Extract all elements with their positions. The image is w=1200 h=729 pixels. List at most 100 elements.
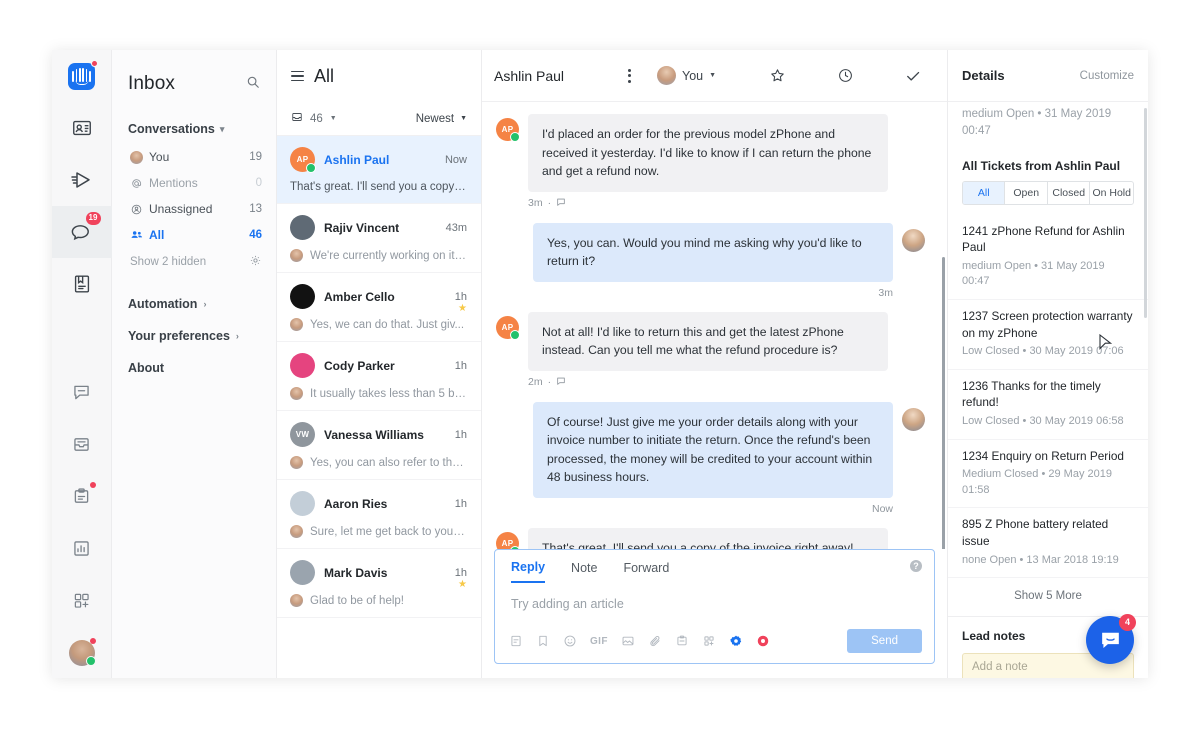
- show-more-button[interactable]: Show 5 More: [948, 578, 1148, 617]
- conversation-item[interactable]: VW Vanessa Williams 1h Yes, you can also re…: [277, 411, 481, 480]
- contacts-icon[interactable]: [52, 102, 112, 154]
- icon-rail: 19: [52, 50, 112, 678]
- conversation-time: 1h: [454, 359, 467, 372]
- conversation-item[interactable]: Mark Davis 1h Glad to be of help! ★: [277, 549, 481, 618]
- send-button[interactable]: Send: [847, 629, 922, 653]
- intercom-logo[interactable]: [52, 50, 112, 102]
- conversation-time: Now: [444, 153, 467, 166]
- nav-preferences[interactable]: Your preferences ›: [112, 320, 276, 352]
- app-blue-icon[interactable]: [729, 634, 743, 648]
- ticket-title: 895 Z Phone battery related issue: [962, 517, 1109, 548]
- snooze-clock-icon[interactable]: [811, 67, 879, 84]
- sort-dropdown[interactable]: Newest ▼: [416, 113, 467, 125]
- customize-button[interactable]: Customize: [1080, 70, 1134, 82]
- sidebar-item-label: Mentions: [149, 176, 198, 190]
- help-icon[interactable]: ?: [910, 560, 922, 572]
- image-icon[interactable]: [621, 634, 635, 648]
- nav-preferences-label: Your preferences: [128, 329, 230, 343]
- details-scrollbar[interactable]: [1144, 108, 1147, 318]
- show-hidden-row[interactable]: Show 2 hidden: [112, 248, 276, 276]
- details-scroll[interactable]: medium Open • 31 May 2019 00:47 All Tick…: [948, 102, 1148, 678]
- gear-icon[interactable]: [249, 254, 262, 270]
- thread-scrollbar[interactable]: [942, 257, 945, 549]
- ticket-item[interactable]: 895 Z Phone battery related issue none Op…: [948, 508, 1148, 578]
- inbox-count-dropdown[interactable]: 46 ▼: [291, 111, 337, 126]
- search-icon[interactable]: [246, 75, 260, 94]
- avatar: [290, 491, 315, 516]
- apps-add-icon[interactable]: [702, 634, 716, 648]
- sidebar-item-unassigned[interactable]: Unassigned 13: [112, 196, 276, 222]
- conversation-item[interactable]: Cody Parker 1h It usually takes less than …: [277, 342, 481, 411]
- star-icon[interactable]: [743, 67, 811, 84]
- conversations-icon[interactable]: 19: [52, 206, 112, 258]
- nav-automation[interactable]: Automation ›: [112, 288, 276, 320]
- message-thread[interactable]: AP I'd placed an order for the previous m…: [482, 102, 947, 549]
- chevron-down-icon: ▾: [219, 123, 225, 134]
- conversation-name: Aaron Ries: [324, 496, 388, 511]
- conversation-time: 43m: [445, 221, 467, 234]
- ticket-item[interactable]: 1241 zPhone Refund for Ashlin Paul medium…: [948, 215, 1148, 300]
- user-avatar[interactable]: [69, 640, 96, 666]
- conversations-badge: 19: [85, 212, 101, 225]
- inbox-tray-icon[interactable]: [52, 418, 112, 470]
- article-icon[interactable]: [509, 634, 523, 648]
- message-text: Not at all! I'd like to return this and …: [528, 311, 888, 371]
- tab-note[interactable]: Note: [571, 561, 597, 582]
- filter-all[interactable]: All: [963, 181, 1006, 204]
- ticket-item[interactable]: 1236 Thanks for the timely refund! Low Cl…: [948, 370, 1148, 440]
- avatar: AP: [496, 118, 520, 142]
- sidebar-item-you[interactable]: You 19: [112, 144, 276, 170]
- close-check-icon[interactable]: [879, 67, 947, 85]
- hamburger-icon[interactable]: [291, 70, 304, 82]
- conversation-time: 1h: [454, 566, 467, 579]
- more-options-icon[interactable]: [614, 68, 645, 83]
- ticket-meta: none Open • 13 Mar 2018 19:19: [962, 553, 1119, 566]
- app-red-icon[interactable]: [756, 634, 770, 648]
- team-icon: [130, 228, 149, 242]
- messenger-widget[interactable]: 4: [1086, 614, 1136, 664]
- reply-input[interactable]: Try adding an article: [495, 583, 934, 623]
- sidebar-item-all[interactable]: All 46: [112, 222, 276, 248]
- articles-icon[interactable]: [52, 258, 112, 310]
- sidebar-item-mentions[interactable]: Mentions 0: [112, 170, 276, 196]
- conversation-item[interactable]: Amber Cello 1h Yes, we can do that. Just g…: [277, 273, 481, 342]
- gif-icon[interactable]: GIF: [590, 636, 608, 647]
- tab-reply[interactable]: Reply: [511, 560, 546, 583]
- conversation-item[interactable]: Aaron Ries 1h Sure, let me get back to you…: [277, 480, 481, 549]
- conversation-list-scroll[interactable]: AP Ashlin Paul Now That's great. I'll send …: [277, 136, 481, 678]
- message-text: That's great. I'll send you a copy of th…: [528, 528, 888, 549]
- saved-reply-icon[interactable]: [675, 634, 689, 648]
- message-time: 3m: [878, 286, 893, 299]
- conversation-preview-text: We're currently working on it, ...: [310, 249, 467, 262]
- attachment-icon[interactable]: [648, 634, 662, 648]
- bookmark-icon[interactable]: [536, 634, 550, 648]
- tab-forward[interactable]: Forward: [623, 561, 669, 582]
- message: Yes, you can. Would you mind me asking w…: [496, 222, 925, 299]
- message: AP That's great. I'll send you a copy of …: [496, 528, 925, 549]
- ticket-meta: Low Closed • 30 May 2019 06:58: [962, 415, 1124, 428]
- inbox-header: Inbox: [112, 50, 276, 102]
- conversations-group-header[interactable]: Conversations ▾: [112, 102, 276, 144]
- filter-open[interactable]: Open: [1005, 181, 1048, 204]
- ticket-item[interactable]: 1237 Screen protection warranty on my zP…: [948, 300, 1148, 370]
- sidebar-item-count: 13: [249, 203, 262, 215]
- sidebar-item-count: 19: [249, 151, 262, 163]
- filter-closed[interactable]: Closed: [1048, 181, 1091, 204]
- send-message-icon[interactable]: [52, 154, 112, 206]
- show-hidden-label: Show 2 hidden: [130, 256, 207, 268]
- filter-on-hold[interactable]: On Hold: [1090, 182, 1133, 204]
- conversation-item[interactable]: Rajiv Vincent 43m We're currently working …: [277, 204, 481, 273]
- conversation-name: Rajiv Vincent: [324, 220, 400, 235]
- clipboard-icon[interactable]: [52, 470, 112, 522]
- nav-about[interactable]: About: [112, 352, 276, 384]
- assignee-dropdown[interactable]: You ▼: [645, 66, 728, 85]
- chat-bubble-icon[interactable]: [52, 366, 112, 418]
- reports-icon[interactable]: [52, 522, 112, 574]
- ticket-meta: medium Open • 31 May 2019 00:47: [962, 260, 1105, 288]
- sidebar-item-count: 0: [255, 177, 262, 189]
- emoji-icon[interactable]: [563, 634, 577, 648]
- ticket-item[interactable]: 1234 Enquiry on Return Period Medium Clos…: [948, 440, 1148, 509]
- conversation-time: 1h: [454, 497, 467, 510]
- apps-add-icon[interactable]: [52, 574, 112, 626]
- conversation-item[interactable]: AP Ashlin Paul Now That's great. I'll send …: [277, 136, 481, 204]
